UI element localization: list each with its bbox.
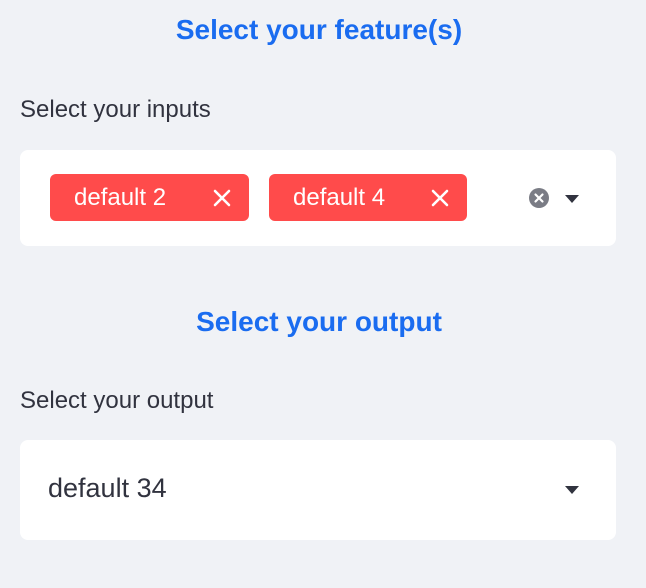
clear-all-icon[interactable] bbox=[528, 187, 550, 209]
output-label: Select your output bbox=[20, 387, 214, 414]
chip-label: default 4 bbox=[293, 183, 386, 211]
inputs-label: Select your inputs bbox=[20, 96, 211, 123]
output-select[interactable]: default 34 bbox=[20, 440, 616, 540]
chip-default-4: default 4 bbox=[269, 174, 467, 221]
x-icon[interactable] bbox=[211, 187, 233, 209]
chip-default-2: default 2 bbox=[50, 174, 249, 221]
selected-output-value: default 34 bbox=[48, 473, 167, 503]
caret-down-icon[interactable] bbox=[564, 485, 580, 495]
inputs-multiselect[interactable]: default 2 default 4 bbox=[20, 150, 616, 246]
x-icon[interactable] bbox=[429, 187, 451, 209]
page: Select your feature(s) Select your input… bbox=[0, 0, 646, 588]
caret-down-icon[interactable] bbox=[564, 194, 580, 204]
chip-label: default 2 bbox=[74, 183, 167, 211]
output-section-title: Select your output bbox=[196, 306, 442, 337]
inputs-section-title: Select your feature(s) bbox=[175, 14, 463, 45]
